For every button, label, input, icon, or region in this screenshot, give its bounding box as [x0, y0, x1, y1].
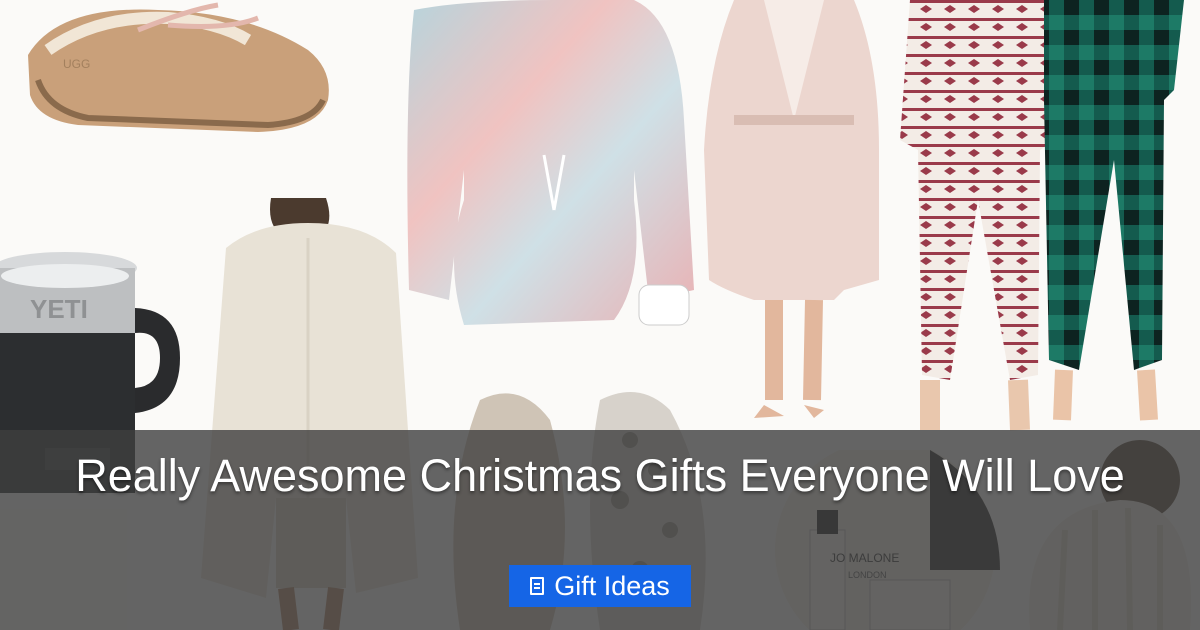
svg-text:UGG: UGG	[63, 57, 90, 71]
category-label: Gift Ideas	[554, 570, 670, 601]
tie-dye-lounge-set-image	[407, 0, 694, 326]
plush-robe-image	[704, 0, 879, 418]
folder-icon	[530, 577, 545, 595]
svg-text:YETI: YETI	[30, 294, 88, 324]
category-button-gift-ideas[interactable]: Gift Ideas	[509, 565, 691, 607]
plaid-pajamas-image	[1044, 0, 1184, 421]
article-title: Really Awesome Christmas Gifts Everyone …	[75, 450, 1125, 501]
moccasin-slipper-image: UGG	[28, 2, 329, 132]
